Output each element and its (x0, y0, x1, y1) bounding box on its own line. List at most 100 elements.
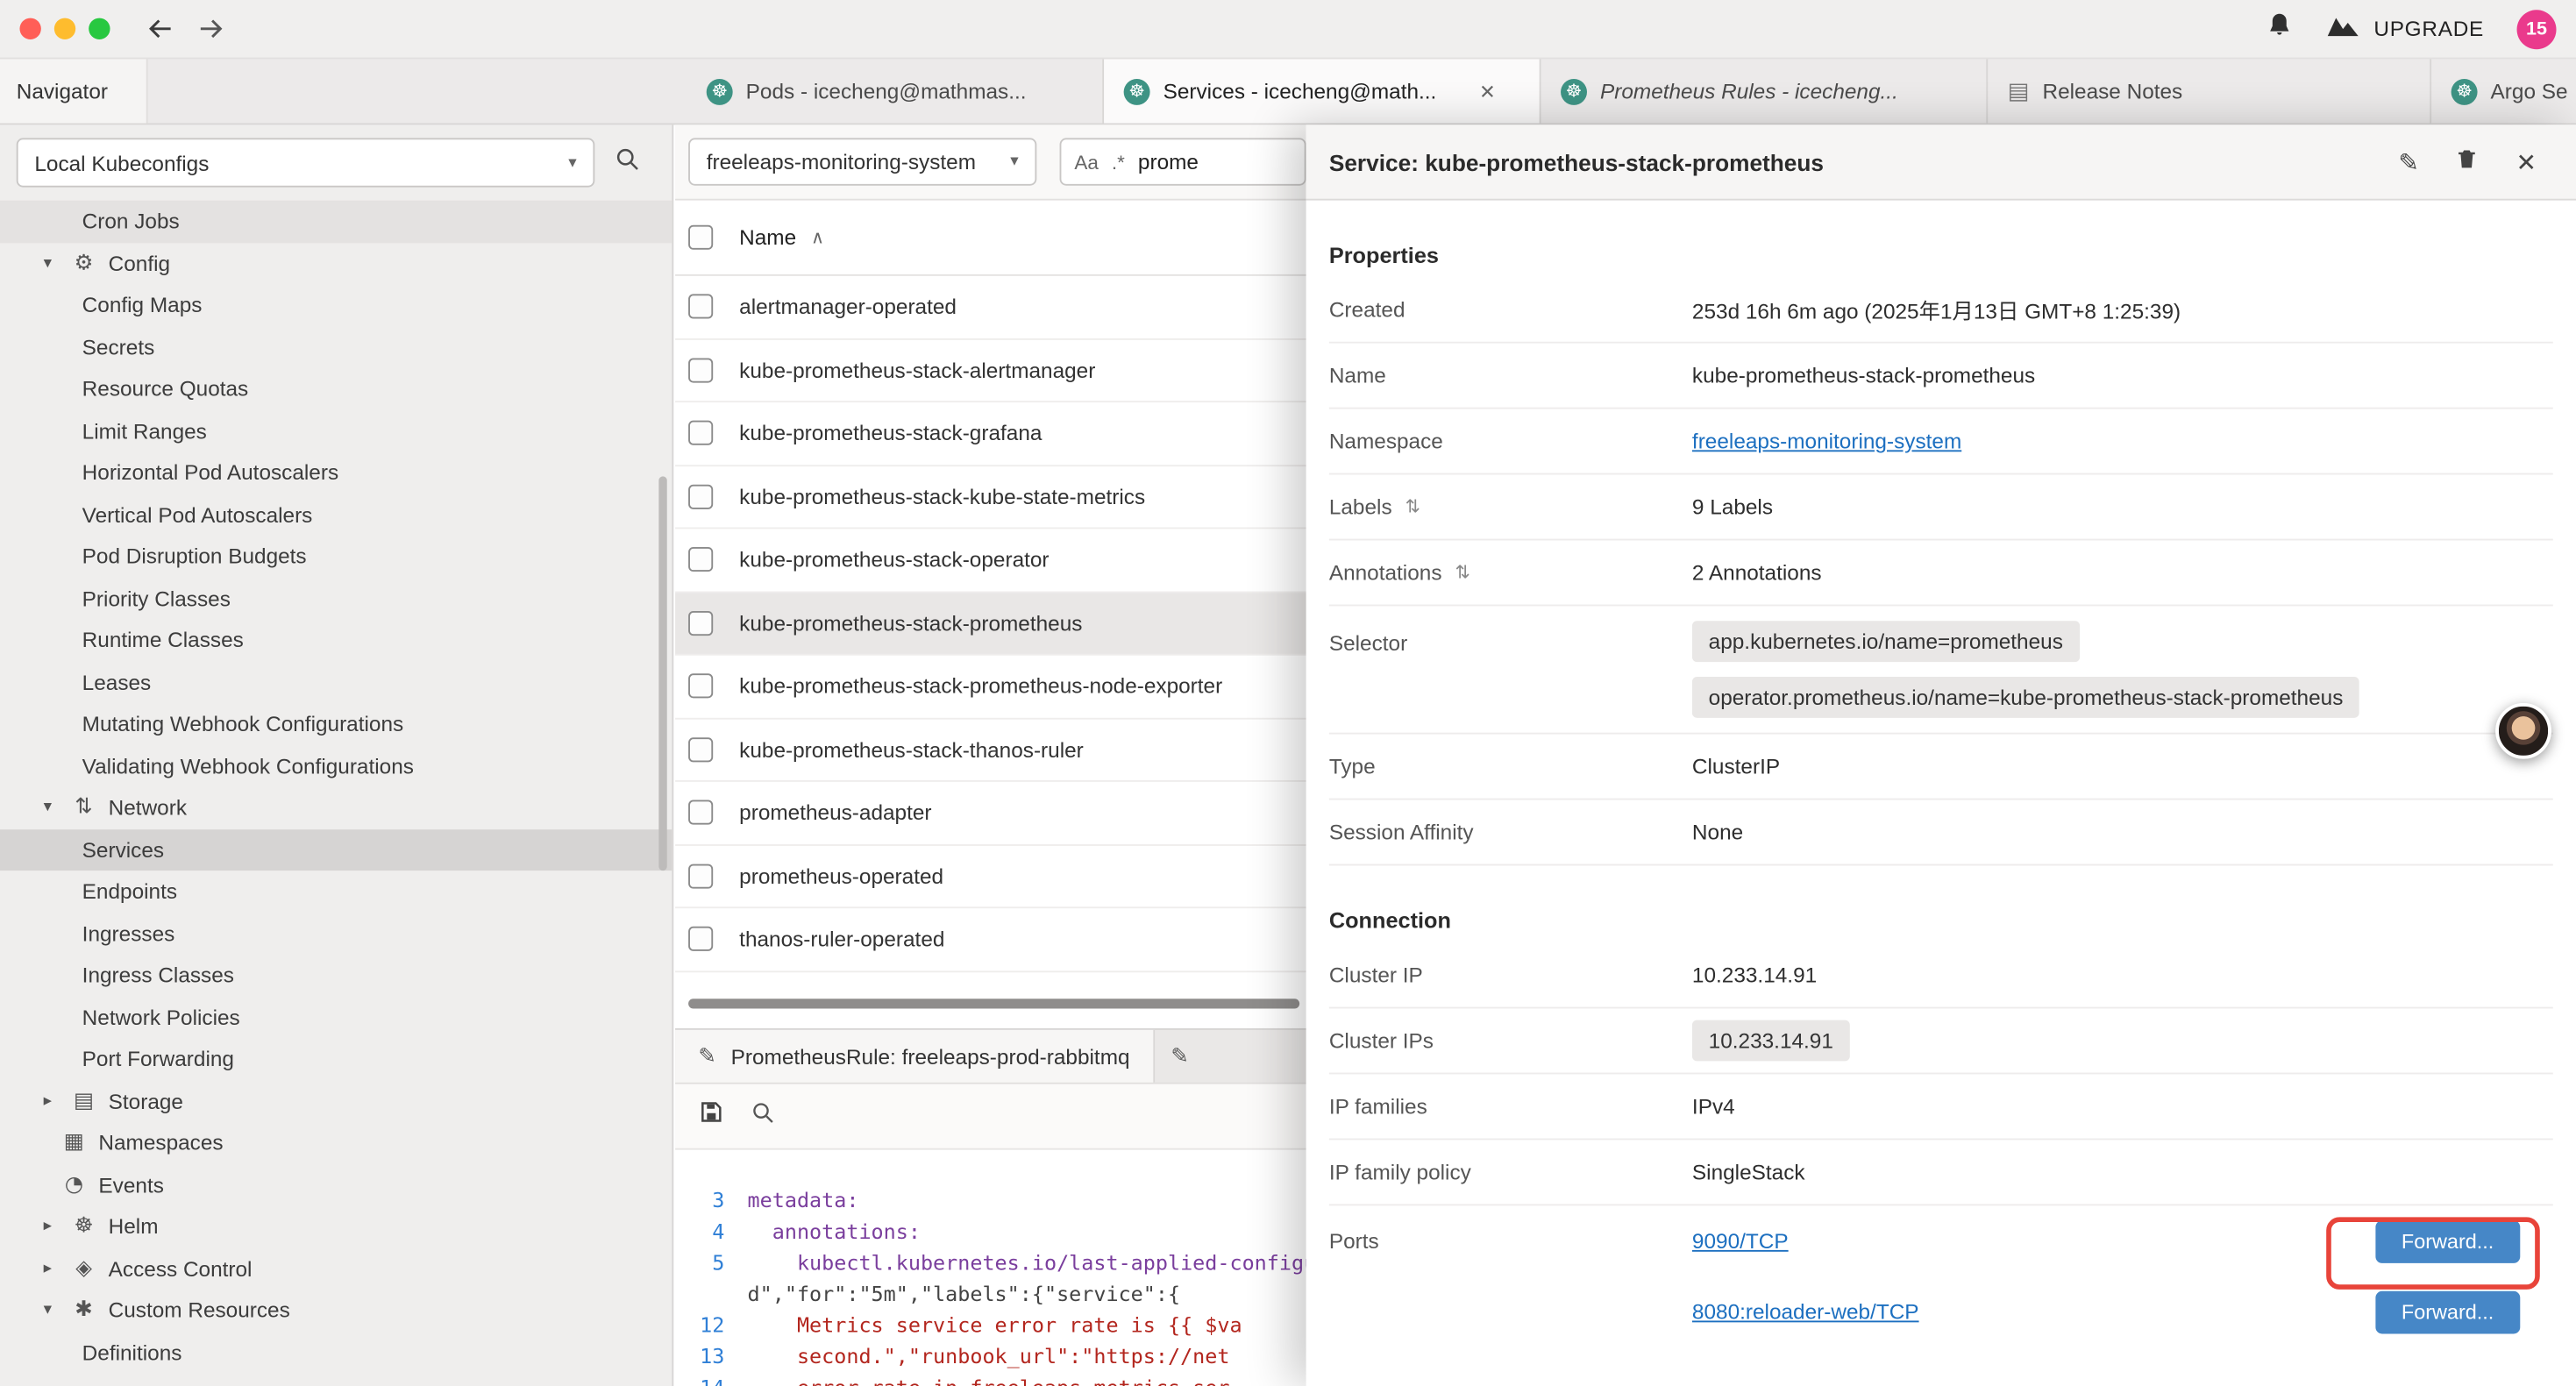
sidebar-item-secrets[interactable]: Secrets (0, 326, 672, 368)
sidebar-item-port-forwarding[interactable]: Port Forwarding (0, 1038, 672, 1080)
mountain-icon (2326, 15, 2362, 43)
forward-button[interactable]: Forward... (2375, 1219, 2520, 1262)
tab-argo[interactable]: ☸ Argo Se (2431, 59, 2576, 123)
sidebar-item-cron-jobs[interactable]: Cron Jobs (0, 201, 672, 243)
custom-resources-icon: ✱ (69, 1298, 99, 1323)
row-checkbox[interactable] (688, 674, 713, 699)
expand-icon[interactable]: ⇅ (1405, 496, 1420, 517)
sidebar-scrollbar[interactable] (658, 476, 666, 871)
service-details-drawer: Service: kube-prometheus-stack-prometheu… (1306, 124, 2576, 1386)
close-icon[interactable]: ✕ (2516, 147, 2537, 177)
sidebar-item-endpoints[interactable]: Endpoints (0, 871, 672, 913)
sidebar-item-horizontal-pod-autoscalers[interactable]: Horizontal Pod Autoscalers (0, 451, 672, 494)
back-button[interactable] (146, 17, 174, 41)
sidebar-item-events[interactable]: ◔Events (0, 1164, 672, 1206)
drawer-row-type: Type ClusterIP (1329, 735, 2553, 800)
row-checkbox[interactable] (688, 295, 713, 319)
drawer-row-cluster-ips: Cluster IPs 10.233.14.91 (1329, 1008, 2553, 1074)
name-column-header[interactable]: Name ∧ (739, 225, 824, 250)
sidebar-item-ingresses[interactable]: Ingresses (0, 913, 672, 955)
row-checkbox[interactable] (688, 611, 713, 636)
sidebar-item-vertical-pod-autoscalers[interactable]: Vertical Pod Autoscalers (0, 494, 672, 536)
delete-icon[interactable] (2455, 146, 2480, 178)
save-icon[interactable] (698, 1099, 724, 1134)
forward-button[interactable] (197, 17, 225, 41)
resource-tree: Cron Jobs ▾⚙Config Config Maps Secrets R… (0, 201, 672, 1386)
sidebar-item-mutating-webhook-configurations[interactable]: Mutating Webhook Configurations (0, 703, 672, 745)
port-link[interactable]: 8080:reloader-web/TCP (1692, 1299, 1919, 1324)
kubeconfig-selector[interactable]: Local Kubeconfigs ▾ (17, 138, 595, 187)
selector-badge: app.kubernetes.io/name=prometheus (1692, 621, 2080, 662)
helm-icon: ☸ (69, 1214, 99, 1239)
expand-icon[interactable]: ⇅ (1455, 562, 1470, 583)
chevron-right-icon: ▸ (36, 1218, 59, 1236)
row-checkbox[interactable] (688, 927, 713, 951)
close-window-button[interactable] (19, 18, 40, 39)
match-case-toggle[interactable]: Aa (1074, 150, 1099, 173)
kubernetes-icon: ☸ (2451, 78, 2478, 104)
row-checkbox[interactable] (688, 800, 713, 825)
regex-toggle[interactable]: .* (1112, 150, 1125, 173)
dock-tab-prometheusrule[interactable]: ✎ PrometheusRule: freeleaps-prod-rabbitm… (675, 1030, 1155, 1083)
horizontal-scrollbar[interactable] (688, 999, 1299, 1008)
window-controls[interactable] (0, 18, 110, 39)
sidebar-group-helm[interactable]: ▸☸Helm (0, 1205, 672, 1247)
floating-avatar[interactable] (2495, 703, 2551, 759)
pencil-icon: ✎ (698, 1044, 715, 1069)
sidebar-item-network-policies[interactable]: Network Policies (0, 996, 672, 1038)
kubernetes-icon: ☸ (1124, 78, 1150, 104)
row-checkbox[interactable] (688, 864, 713, 888)
namespace-link[interactable]: freeleaps-monitoring-system (1692, 429, 1961, 453)
forward-button[interactable]: Forward... (2375, 1290, 2520, 1333)
dock-tab-partial[interactable]: ✎ (1155, 1030, 1206, 1083)
bell-icon[interactable] (2266, 11, 2294, 46)
navigator-panel-tab[interactable]: Navigator (0, 59, 148, 123)
minimize-window-button[interactable] (54, 18, 75, 39)
select-all-checkbox[interactable] (688, 225, 713, 250)
drawer-row-annotations: Annotations⇅ 2 Annotations (1329, 540, 2553, 606)
sidebar-item-limit-ranges[interactable]: Limit Ranges (0, 409, 672, 451)
row-checkbox[interactable] (688, 358, 713, 382)
sidebar-group-config[interactable]: ▾⚙Config (0, 242, 672, 284)
properties-heading: Properties (1329, 243, 2553, 267)
close-tab-icon[interactable]: ✕ (1479, 80, 1496, 103)
tab-prometheus-rules[interactable]: ☸ Prometheus Rules - icecheng... (1541, 59, 1989, 123)
upgrade-label: UPGRADE (2373, 17, 2484, 41)
sidebar-item-validating-webhook-configurations[interactable]: Validating Webhook Configurations (0, 745, 672, 787)
sidebar-search-icon[interactable] (615, 146, 641, 180)
maximize-window-button[interactable] (89, 18, 110, 39)
upgrade-button[interactable]: UPGRADE (2326, 15, 2484, 43)
clock-icon: ◔ (59, 1172, 89, 1197)
row-checkbox[interactable] (688, 421, 713, 445)
sidebar-item-runtime-classes[interactable]: Runtime Classes (0, 619, 672, 661)
sidebar-item-pod-disruption-budgets[interactable]: Pod Disruption Budgets (0, 536, 672, 578)
tab-release-notes[interactable]: ▤ Release Notes (1988, 59, 2431, 123)
sidebar-item-leases[interactable]: Leases (0, 661, 672, 703)
sidebar-group-storage[interactable]: ▸▤Storage (0, 1080, 672, 1122)
row-checkbox[interactable] (688, 484, 713, 508)
drawer-row-created: Created 253d 16h 6m ago (2025年1月13日 GMT+… (1329, 278, 2553, 344)
pencil-icon: ✎ (1171, 1044, 1188, 1069)
sidebar-item-definitions[interactable]: Definitions (0, 1332, 672, 1374)
sidebar-group-access-control[interactable]: ▸◈Access Control (0, 1247, 672, 1290)
row-checkbox[interactable] (688, 737, 713, 762)
sidebar-group-network[interactable]: ▾⇅Network (0, 787, 672, 829)
port-link[interactable]: 9090/TCP (1692, 1229, 1789, 1254)
row-checkbox[interactable] (688, 547, 713, 572)
sidebar-group-custom-resources[interactable]: ▾✱Custom Resources (0, 1290, 672, 1332)
list-search-input[interactable]: Aa .* prome (1060, 138, 1306, 185)
namespace-filter-dropdown[interactable]: freeleaps-monitoring-system ▾ (688, 138, 1036, 185)
editor-search-icon[interactable] (751, 1099, 775, 1132)
edit-icon[interactable]: ✎ (2398, 147, 2419, 177)
tab-pods[interactable]: ☸ Pods - icecheng@mathmas... (687, 59, 1104, 123)
sidebar-item-namespaces[interactable]: ▦Namespaces (0, 1122, 672, 1164)
sidebar-item-priority-classes[interactable]: Priority Classes (0, 578, 672, 620)
sidebar-item-ingress-classes[interactable]: Ingress Classes (0, 955, 672, 997)
tab-services[interactable]: ☸ Services - icecheng@math... ✕ (1104, 59, 1541, 123)
sidebar-item-resource-quotas[interactable]: Resource Quotas (0, 368, 672, 410)
network-icon: ⇅ (69, 795, 99, 820)
notification-count-badge[interactable]: 15 (2517, 9, 2557, 48)
drawer-row-cluster-ip: Cluster IP 10.233.14.91 (1329, 943, 2553, 1009)
sidebar-item-services[interactable]: Services (0, 828, 672, 871)
sidebar-item-config-maps[interactable]: Config Maps (0, 284, 672, 326)
